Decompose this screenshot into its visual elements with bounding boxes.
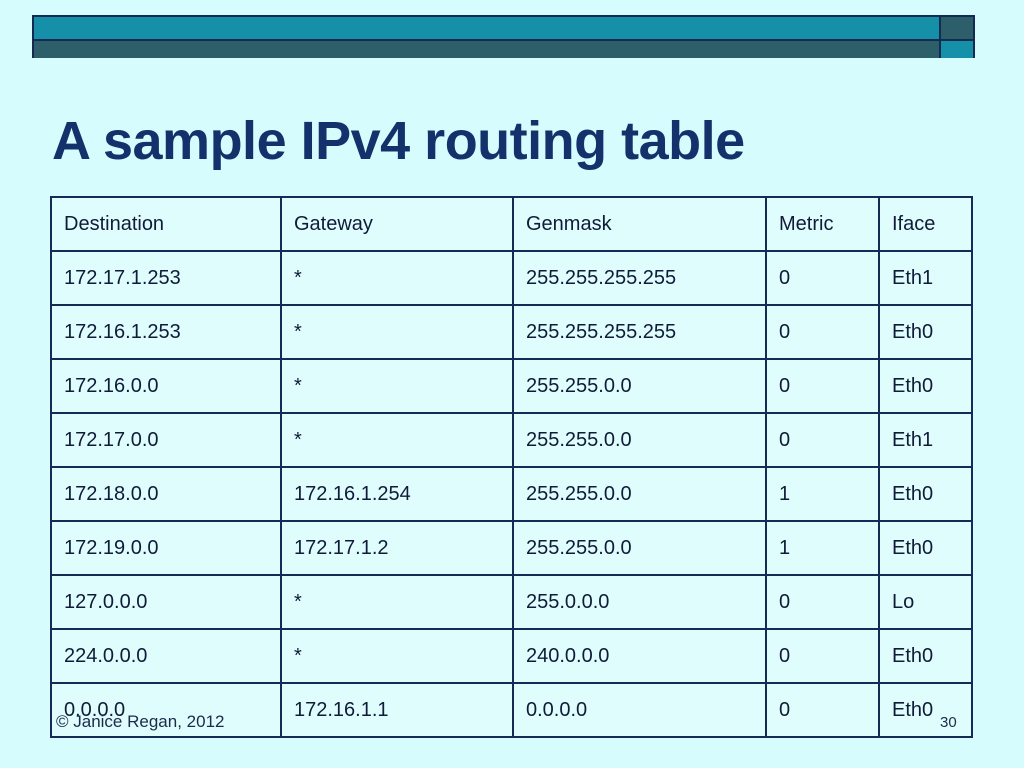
cell-metric: 0 xyxy=(765,628,880,684)
cell-iface: Eth0 xyxy=(878,304,973,360)
banner-block-bottom-right xyxy=(939,41,973,58)
cell-metric: 1 xyxy=(765,520,880,576)
cell-destination: 172.18.0.0 xyxy=(50,466,282,522)
column-header-metric: Metric xyxy=(765,196,880,252)
cell-destination: 172.19.0.0 xyxy=(50,520,282,576)
slide-number: 30 xyxy=(940,714,957,731)
cell-gateway: 172.17.1.2 xyxy=(280,520,514,576)
cell-metric: 0 xyxy=(765,682,880,738)
cell-metric: 0 xyxy=(765,304,880,360)
table-row: 172.17.0.0 * 255.255.0.0 0 Eth1 xyxy=(50,412,973,468)
cell-gateway: * xyxy=(280,628,514,684)
table-row: 172.16.0.0 * 255.255.0.0 0 Eth0 xyxy=(50,358,973,414)
cell-genmask: 255.255.255.255 xyxy=(512,250,767,306)
cell-metric: 0 xyxy=(765,358,880,414)
banner-row-bottom xyxy=(34,39,973,58)
column-header-genmask: Genmask xyxy=(512,196,767,252)
cell-gateway: * xyxy=(280,304,514,360)
cell-gateway: * xyxy=(280,250,514,306)
cell-genmask: 255.0.0.0 xyxy=(512,574,767,630)
cell-iface: Eth0 xyxy=(878,466,973,522)
table-row: 172.19.0.0 172.17.1.2 255.255.0.0 1 Eth0 xyxy=(50,520,973,576)
banner-block-bottom-left xyxy=(34,41,939,58)
table-row: 172.18.0.0 172.16.1.254 255.255.0.0 1 Et… xyxy=(50,466,973,522)
cell-destination: 224.0.0.0 xyxy=(50,628,282,684)
table-row: 224.0.0.0 * 240.0.0.0 0 Eth0 xyxy=(50,628,973,684)
table-row: 172.16.1.253 * 255.255.255.255 0 Eth0 xyxy=(50,304,973,360)
cell-gateway: 172.16.1.254 xyxy=(280,466,514,522)
cell-gateway: * xyxy=(280,574,514,630)
cell-genmask: 255.255.0.0 xyxy=(512,412,767,468)
cell-iface: Eth0 xyxy=(878,628,973,684)
cell-metric: 0 xyxy=(765,412,880,468)
cell-genmask: 255.255.0.0 xyxy=(512,520,767,576)
cell-metric: 1 xyxy=(765,466,880,522)
banner-block-top-left xyxy=(34,17,939,39)
slide-header-banner xyxy=(32,15,975,58)
cell-gateway: * xyxy=(280,412,514,468)
cell-gateway: * xyxy=(280,358,514,414)
table-row: 127.0.0.0 * 255.0.0.0 0 Lo xyxy=(50,574,973,630)
cell-destination: 172.16.0.0 xyxy=(50,358,282,414)
cell-genmask: 240.0.0.0 xyxy=(512,628,767,684)
banner-block-top-right xyxy=(939,17,973,39)
page-title: A sample IPv4 routing table xyxy=(52,111,745,171)
column-header-gateway: Gateway xyxy=(280,196,514,252)
cell-destination: 172.17.0.0 xyxy=(50,412,282,468)
table-row: 172.17.1.253 * 255.255.255.255 0 Eth1 xyxy=(50,250,973,306)
cell-iface: Lo xyxy=(878,574,973,630)
column-header-destination: Destination xyxy=(50,196,282,252)
cell-destination: 172.16.1.253 xyxy=(50,304,282,360)
cell-genmask: 0.0.0.0 xyxy=(512,682,767,738)
cell-iface: Eth0 xyxy=(878,520,973,576)
cell-iface: Eth0 xyxy=(878,358,973,414)
cell-genmask: 255.255.255.255 xyxy=(512,304,767,360)
footer-copyright: © Janice Regan, 2012 xyxy=(56,712,225,731)
cell-metric: 0 xyxy=(765,574,880,630)
cell-iface: Eth1 xyxy=(878,412,973,468)
cell-destination: 127.0.0.0 xyxy=(50,574,282,630)
cell-genmask: 255.255.0.0 xyxy=(512,466,767,522)
cell-genmask: 255.255.0.0 xyxy=(512,358,767,414)
cell-metric: 0 xyxy=(765,250,880,306)
cell-destination: 172.17.1.253 xyxy=(50,250,282,306)
cell-iface: Eth1 xyxy=(878,250,973,306)
column-header-iface: Iface xyxy=(878,196,973,252)
routing-table: Destination Gateway Genmask Metric Iface… xyxy=(50,196,973,738)
banner-row-top xyxy=(34,17,973,39)
cell-gateway: 172.16.1.1 xyxy=(280,682,514,738)
table-header-row: Destination Gateway Genmask Metric Iface xyxy=(50,196,973,252)
